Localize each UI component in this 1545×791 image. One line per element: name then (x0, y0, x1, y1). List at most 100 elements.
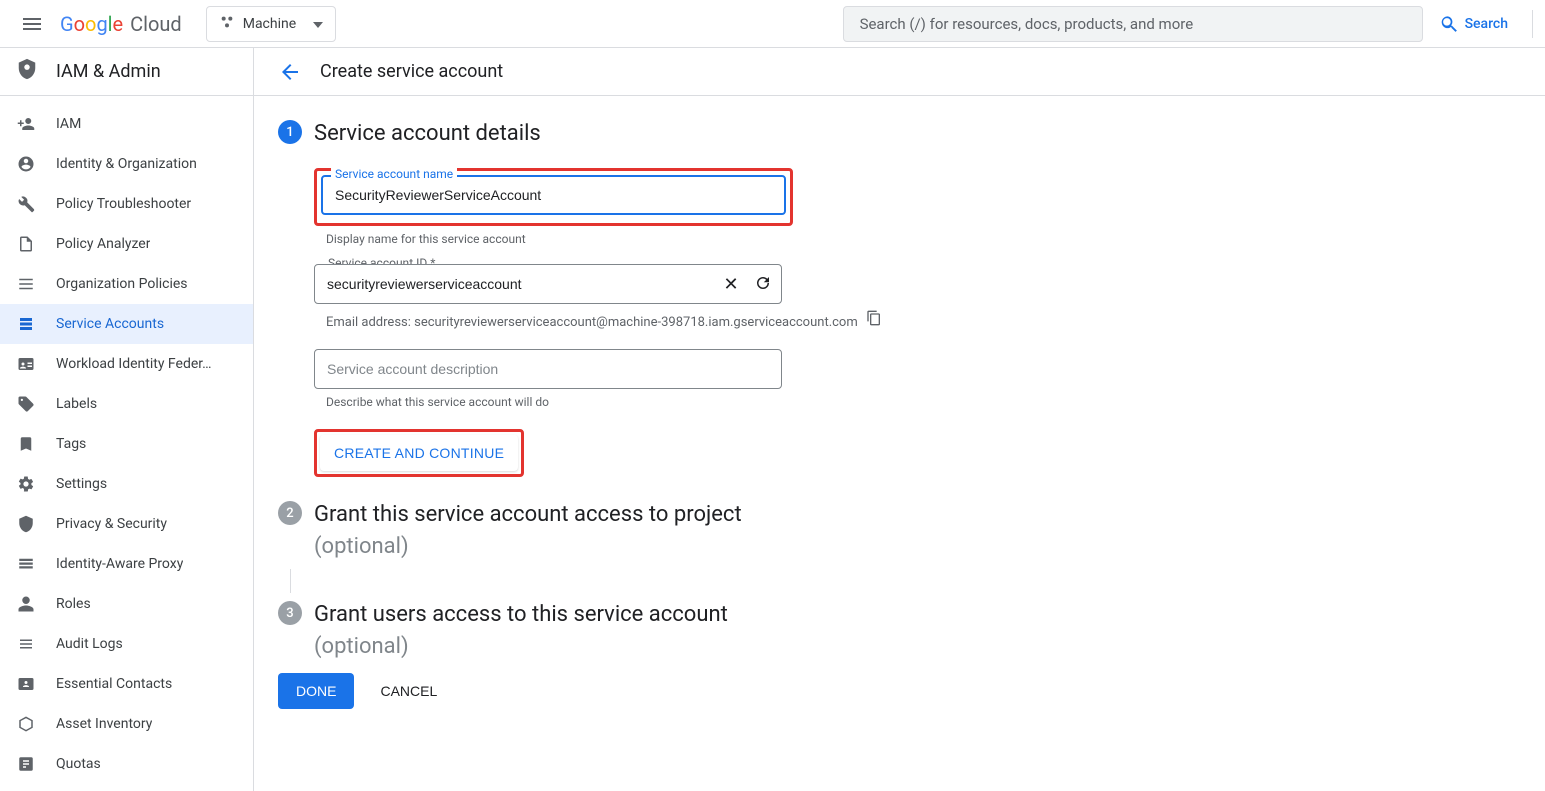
quota-icon (16, 754, 36, 774)
layers-icon (16, 554, 36, 574)
refresh-icon[interactable] (752, 274, 774, 295)
list-alt-icon (16, 634, 36, 654)
sidebar-item-quotas[interactable]: Quotas (0, 744, 253, 784)
contacts-icon (16, 674, 36, 694)
wrench-icon (16, 194, 36, 214)
caret-down-icon (313, 16, 323, 32)
top-bar: Google Cloud Machine Search (/) for reso… (0, 0, 1545, 48)
step-badge: 1 (278, 120, 302, 144)
sidebar-item-workload-identity[interactable]: Workload Identity Feder… (0, 344, 253, 384)
google-cloud-logo[interactable]: Google Cloud (60, 12, 182, 36)
cancel-button[interactable]: CANCEL (362, 673, 455, 709)
sidebar-item-label: Labels (56, 396, 97, 412)
shield-icon (16, 58, 38, 85)
name-input[interactable] (321, 175, 786, 215)
sidebar-item-service-accounts[interactable]: Service Accounts (0, 304, 253, 344)
step-connector (290, 569, 291, 593)
bottom-buttons: DONE CANCEL (278, 673, 1050, 709)
badge-icon (16, 354, 36, 374)
sidebar-item-labels[interactable]: Labels (0, 384, 253, 424)
step-1-content: Service account name Display name for th… (314, 168, 1050, 477)
email-display: Email address: securityreviewerserviceac… (326, 310, 1050, 335)
list-icon (16, 274, 36, 294)
menu-icon[interactable] (8, 0, 56, 48)
sidebar: IAM & Admin IAM Identity & Organization … (0, 48, 254, 791)
inventory-icon (16, 714, 36, 734)
sidebar-item-essential-contacts[interactable]: Essential Contacts (0, 664, 253, 704)
step-subtitle: (optional) (314, 633, 1050, 661)
divider (1532, 10, 1533, 38)
step-2: 2 Grant this service account access to p… (278, 501, 1050, 561)
sidebar-item-privacy-security[interactable]: Privacy & Security (0, 504, 253, 544)
sidebar-item-label: Workload Identity Feder… (56, 356, 212, 372)
nav: IAM Identity & Organization Policy Troub… (0, 96, 253, 784)
sidebar-item-label: Essential Contacts (56, 676, 172, 692)
sidebar-item-iam[interactable]: IAM (0, 104, 253, 144)
account-circle-icon (16, 154, 36, 174)
sidebar-item-label: Service Accounts (56, 316, 164, 332)
sidebar-item-label: Privacy & Security (56, 516, 167, 532)
project-selector[interactable]: Machine (206, 6, 336, 42)
sidebar-item-label: Audit Logs (56, 636, 123, 652)
desc-help: Describe what this service account will … (326, 395, 1050, 409)
section-header: IAM & Admin (0, 48, 253, 96)
highlight-name-field: Service account name (314, 168, 793, 226)
main: Create service account 1 Service account… (254, 48, 1545, 791)
sidebar-item-label: Organization Policies (56, 276, 188, 292)
sidebar-item-label: Settings (56, 476, 107, 492)
sidebar-item-label: Policy Troubleshooter (56, 196, 191, 212)
sidebar-item-org-policies[interactable]: Organization Policies (0, 264, 253, 304)
step-title: Grant users access to this service accou… (314, 601, 1050, 629)
section-title: IAM & Admin (56, 61, 161, 82)
shield-check-icon (16, 514, 36, 534)
service-account-icon (16, 314, 36, 334)
search-input[interactable]: Search (/) for resources, docs, products… (843, 6, 1423, 42)
sidebar-item-settings[interactable]: Settings (0, 464, 253, 504)
copy-icon[interactable] (866, 310, 882, 335)
step-title: Grant this service account access to pro… (314, 501, 1050, 529)
sidebar-item-label: Identity & Organization (56, 156, 197, 172)
id-input[interactable] (314, 264, 782, 304)
sidebar-item-label: Identity-Aware Proxy (56, 556, 183, 572)
project-name: Machine (243, 16, 301, 32)
sidebar-item-label: Roles (56, 596, 91, 612)
done-button[interactable]: DONE (278, 673, 354, 709)
sidebar-item-label: Policy Analyzer (56, 236, 150, 252)
step-3: 3 Grant users access to this service acc… (278, 601, 1050, 661)
sidebar-item-tags[interactable]: Tags (0, 424, 253, 464)
description-input[interactable] (314, 349, 782, 389)
sidebar-item-asset-inventory[interactable]: Asset Inventory (0, 704, 253, 744)
step-subtitle: (optional) (314, 533, 1050, 561)
step-badge: 2 (278, 501, 302, 525)
sidebar-item-iap[interactable]: Identity-Aware Proxy (0, 544, 253, 584)
project-icon (219, 14, 235, 34)
clear-icon[interactable]: ✕ (720, 274, 742, 295)
sidebar-item-policy-troubleshooter[interactable]: Policy Troubleshooter (0, 184, 253, 224)
name-help: Display name for this service account (326, 232, 1050, 246)
sidebar-item-label: IAM (56, 116, 81, 132)
sidebar-item-label: Tags (56, 436, 86, 452)
sidebar-item-roles[interactable]: Roles (0, 584, 253, 624)
sidebar-item-label: Quotas (56, 756, 101, 772)
bookmark-icon (16, 434, 36, 454)
back-arrow-icon[interactable] (278, 60, 302, 84)
document-icon (16, 234, 36, 254)
search-button[interactable]: Search (1431, 14, 1516, 34)
tag-icon (16, 394, 36, 414)
gear-icon (16, 474, 36, 494)
step-badge: 3 (278, 601, 302, 625)
sidebar-item-audit-logs[interactable]: Audit Logs (0, 624, 253, 664)
name-field-label: Service account name (331, 167, 457, 181)
page-title: Create service account (320, 61, 503, 82)
sidebar-item-label: Asset Inventory (56, 716, 152, 732)
sidebar-item-identity-org[interactable]: Identity & Organization (0, 144, 253, 184)
person-add-icon (16, 114, 36, 134)
search-placeholder: Search (/) for resources, docs, products… (860, 15, 1194, 33)
step-1: 1 Service account details (278, 120, 1050, 152)
create-continue-button[interactable]: CREATE AND CONTINUE (320, 435, 518, 471)
highlight-create-continue: CREATE AND CONTINUE (314, 429, 524, 477)
step-title: Service account details (314, 120, 1050, 148)
roles-icon (16, 594, 36, 614)
page-header: Create service account (254, 48, 1545, 96)
sidebar-item-policy-analyzer[interactable]: Policy Analyzer (0, 224, 253, 264)
